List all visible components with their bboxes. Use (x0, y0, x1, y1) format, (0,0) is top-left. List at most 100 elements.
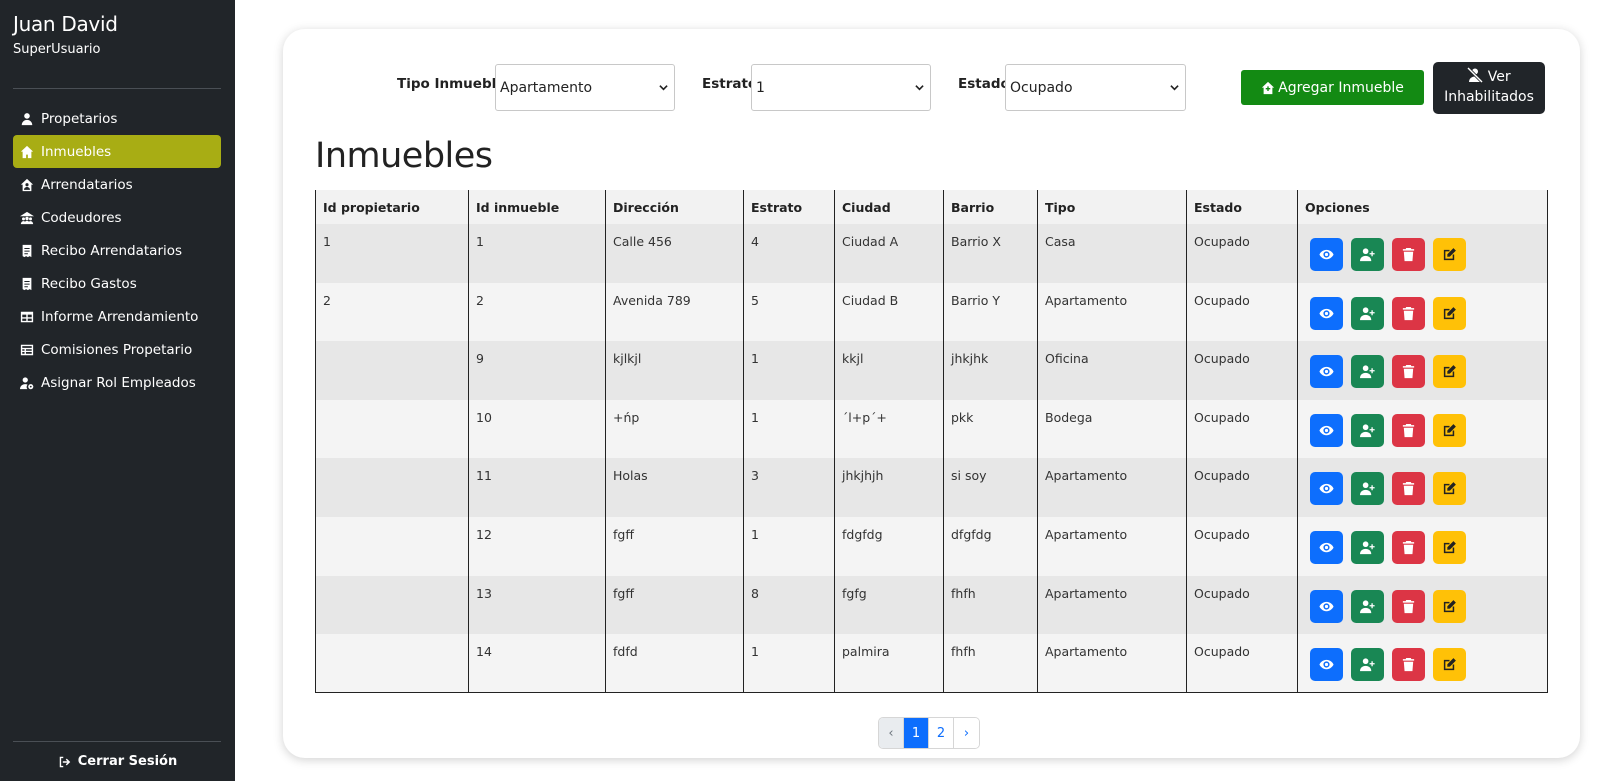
pagination-page-1[interactable]: 1 (904, 718, 929, 748)
cell-id-propietario (315, 516, 469, 576)
delete-button[interactable] (1392, 530, 1425, 564)
trash-icon (1401, 306, 1416, 321)
cell-barrio: Barrio Y (943, 282, 1038, 342)
sidebar-item-asignar-rol-empleados[interactable]: Asignar Rol Empleados (13, 366, 221, 399)
logout-icon (58, 755, 72, 769)
trash-icon (1401, 423, 1416, 438)
receipt-icon (19, 276, 35, 292)
sidebar-item-informe-arrendamiento[interactable]: Informe Arrendamiento (13, 300, 221, 333)
cell-id-inmueble: 9 (468, 341, 606, 400)
estrato-select[interactable]: 1 (751, 64, 931, 111)
cell-tipo: Apartamento (1037, 282, 1187, 342)
delete-button[interactable] (1392, 238, 1425, 271)
cell-tipo: Apartamento (1037, 458, 1187, 517)
delete-button[interactable] (1392, 648, 1425, 682)
user-plus-icon (1360, 306, 1375, 321)
view-button[interactable] (1310, 296, 1343, 330)
cell-id-propietario (315, 458, 469, 517)
assign-user-button[interactable] (1351, 648, 1384, 682)
cell-estado: Ocupado (1186, 341, 1298, 400)
table-row: 12 fgff 1 fdgfdg dfgfdg Apartamento Ocupado (315, 516, 1548, 576)
cell-id-propietario (315, 634, 469, 694)
sidebar-item-label: Propetarios (41, 110, 118, 127)
assign-user-button[interactable] (1351, 472, 1384, 506)
edit-icon (1442, 481, 1457, 496)
pagination-next[interactable]: › (954, 718, 979, 748)
cell-id-inmueble: 1 (468, 224, 606, 283)
edit-button[interactable] (1433, 648, 1466, 682)
assign-user-button[interactable] (1351, 530, 1384, 564)
sidebar-item-comisiones-propetario[interactable]: Comisiones Propetario (13, 333, 221, 366)
sidebar-item-label: Informe Arrendamiento (41, 308, 199, 325)
assign-user-button[interactable] (1351, 296, 1384, 330)
sidebar-item-codeudores[interactable]: Codeudores (13, 201, 221, 234)
tipo-inmueble-value: Apartamento (500, 79, 593, 96)
pagination-page-2[interactable]: 2 (929, 718, 954, 748)
cell-id-inmueble: 12 (468, 516, 606, 576)
edit-button[interactable] (1433, 355, 1466, 389)
sidebar-item-recibo-arrendatarios[interactable]: Recibo Arrendatarios (13, 234, 221, 267)
sidebar-item-recibo-gastos[interactable]: Recibo Gastos (13, 267, 221, 300)
assign-user-button[interactable] (1351, 238, 1384, 271)
ver-inhabilitados-button[interactable]: Ver Inhabilitados (1433, 62, 1545, 114)
sidebar: Juan David SuperUsuario Propetarios Inmu… (0, 0, 235, 781)
assign-user-button[interactable] (1351, 589, 1384, 623)
trash-icon (1401, 247, 1416, 262)
house-icon (19, 144, 35, 160)
cell-barrio: fhfh (943, 575, 1038, 635)
table-row: 10 +ńp 1 ´l+p´+ pkk Bodega Ocupado (315, 399, 1548, 459)
view-button[interactable] (1310, 648, 1343, 682)
assign-user-button[interactable] (1351, 413, 1384, 447)
user-icon (19, 111, 35, 127)
tipo-inmueble-select[interactable]: Apartamento (495, 64, 675, 111)
logout-button[interactable]: Cerrar Sesión (0, 754, 235, 769)
header-direccion: Dirección (605, 190, 744, 224)
delete-button[interactable] (1392, 413, 1425, 447)
cell-estrato: 5 (743, 282, 835, 342)
delete-button[interactable] (1392, 296, 1425, 330)
view-button[interactable] (1310, 355, 1343, 389)
delete-button[interactable] (1392, 355, 1425, 389)
delete-button[interactable] (1392, 589, 1425, 623)
view-button[interactable] (1310, 413, 1343, 447)
cell-direccion: Avenida 789 (605, 282, 744, 342)
cell-opciones (1297, 575, 1548, 635)
pagination-prev[interactable]: ‹ (879, 718, 904, 748)
view-button[interactable] (1310, 530, 1343, 564)
eye-icon (1319, 540, 1334, 555)
edit-button[interactable] (1433, 296, 1466, 330)
estado-select[interactable]: Ocupado (1005, 64, 1186, 111)
cell-opciones (1297, 224, 1548, 283)
edit-button[interactable] (1433, 238, 1466, 271)
edit-button[interactable] (1433, 589, 1466, 623)
add-inmueble-button[interactable]: Agregar Inmueble (1241, 70, 1424, 105)
table-body: 1 1 Calle 456 4 Ciudad A Barrio X Casa Ocupado 2… (315, 224, 1548, 694)
sidebar-item-label: Recibo Gastos (41, 275, 137, 292)
cell-estrato: 3 (743, 458, 835, 517)
view-button[interactable] (1310, 238, 1343, 271)
ver-inhabilitados-line2: Inhabilitados (1444, 89, 1534, 105)
cell-estado: Ocupado (1186, 399, 1298, 459)
header-id-propietario: Id propietario (315, 190, 469, 224)
cell-barrio: dfgfdg (943, 516, 1038, 576)
estrato-value: 1 (756, 79, 765, 96)
sidebar-item-propetarios[interactable]: Propetarios (13, 102, 221, 135)
page-title: Inmuebles (315, 136, 493, 176)
chevron-down-icon (1170, 85, 1179, 91)
delete-button[interactable] (1392, 472, 1425, 506)
cell-barrio: si soy (943, 458, 1038, 517)
edit-button[interactable] (1433, 530, 1466, 564)
header-ciudad: Ciudad (834, 190, 944, 224)
cell-id-propietario: 1 (315, 224, 469, 283)
sidebar-item-label: Comisiones Propetario (41, 341, 193, 358)
inmuebles-table-wrap: Id propietario Id inmueble Dirección Est… (315, 190, 1548, 694)
sidebar-item-arrendatarios[interactable]: Arrendatarios (13, 168, 221, 201)
view-button[interactable] (1310, 472, 1343, 506)
sidebar-item-inmuebles[interactable]: Inmuebles (13, 135, 221, 168)
user-gear-icon (19, 375, 35, 391)
cell-id-propietario (315, 575, 469, 635)
edit-button[interactable] (1433, 413, 1466, 447)
edit-button[interactable] (1433, 472, 1466, 506)
assign-user-button[interactable] (1351, 355, 1384, 389)
view-button[interactable] (1310, 589, 1343, 623)
